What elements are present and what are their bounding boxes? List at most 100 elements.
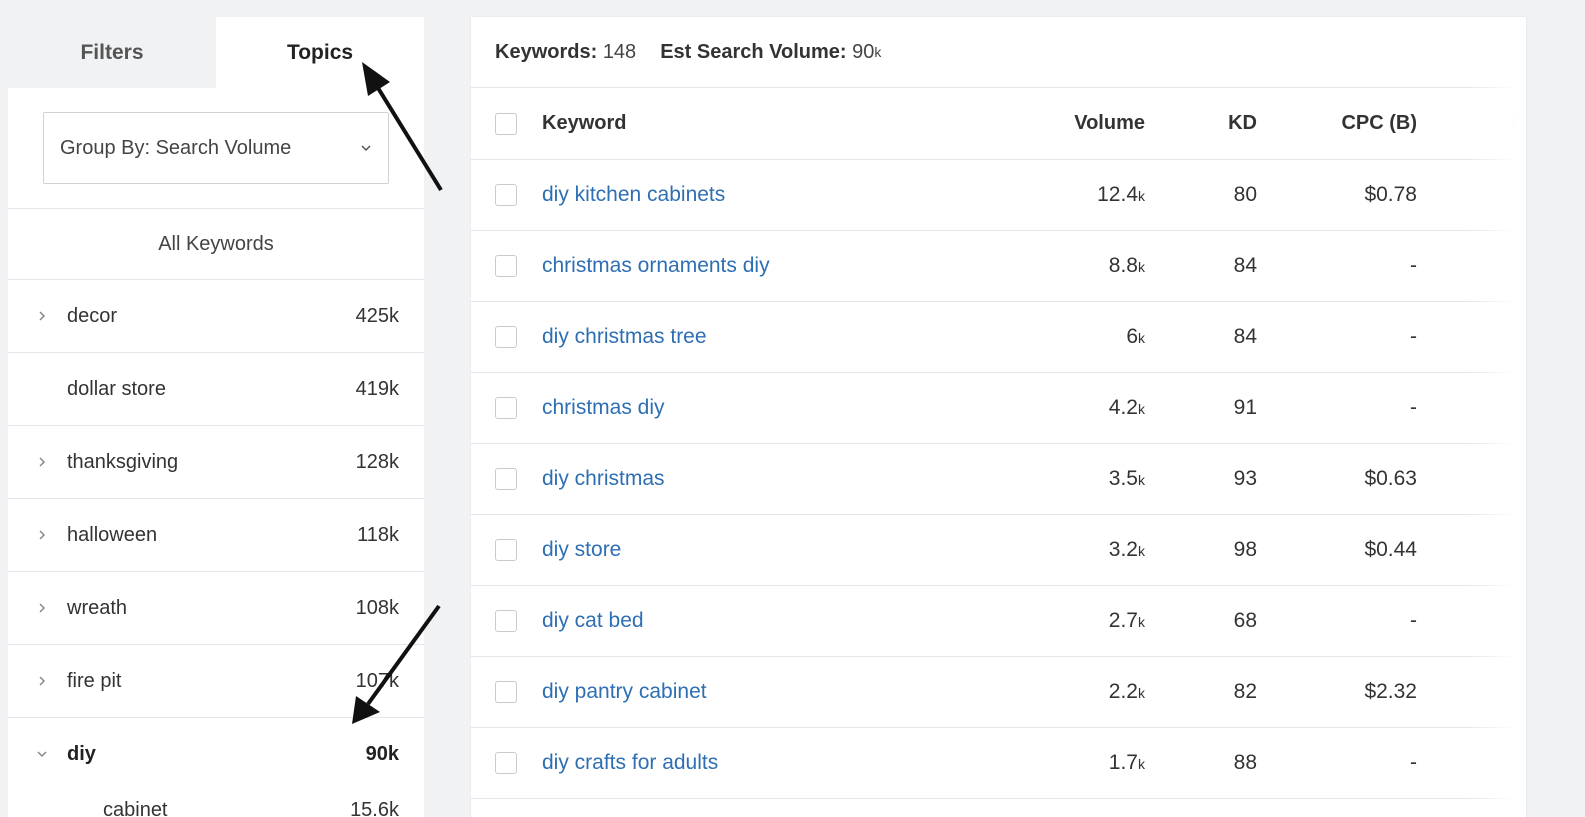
row-checkbox[interactable] — [495, 610, 517, 632]
kd-cell: 88 — [1145, 751, 1257, 775]
topics-sidebar: Filters Topics Group By: Search Volume A… — [8, 17, 424, 817]
row-checkbox[interactable] — [495, 752, 517, 774]
table-row: diy christmas3.5k93$0.63 — [471, 444, 1526, 515]
chevron-down-icon[interactable] — [36, 748, 48, 760]
keyword-link[interactable]: diy pantry cabinet — [542, 680, 707, 703]
topic-count: 90k — [366, 743, 399, 766]
volume-cell: 3.5k — [962, 467, 1145, 491]
cpc-cell: - — [1257, 325, 1417, 349]
keyword-link[interactable]: diy crafts for adults — [542, 751, 718, 774]
tab-topics[interactable]: Topics — [216, 17, 424, 88]
table-row: christmas ornaments diy8.8k84- — [471, 231, 1526, 302]
select-all-checkbox[interactable] — [495, 113, 517, 135]
chevron-right-icon[interactable] — [36, 675, 48, 687]
volume-suffix: k — [1138, 472, 1145, 488]
volume-value: 8.8 — [1109, 254, 1138, 277]
all-keywords-item[interactable]: All Keywords — [8, 209, 424, 280]
volume-suffix: k — [1138, 756, 1145, 772]
cpc-cell: - — [1257, 609, 1417, 633]
group-by-select[interactable]: Group By: Search Volume — [43, 112, 389, 184]
row-checkbox[interactable] — [495, 397, 517, 419]
subtopic-list: cabinet15.6k — [8, 790, 424, 817]
cpc-cell: - — [1257, 254, 1417, 278]
topic-count: 108k — [356, 597, 399, 620]
topic-item[interactable]: diy90k — [8, 718, 424, 790]
row-checkbox[interactable] — [495, 681, 517, 703]
topic-list: decor425kdollar store419kthanksgiving128… — [8, 280, 424, 790]
chevron-down-icon — [360, 142, 372, 154]
chevron-right-icon[interactable] — [36, 602, 48, 614]
volume-suffix: k — [1138, 401, 1145, 417]
subtopic-item[interactable]: cabinet15.6k — [8, 790, 424, 817]
keyword-link[interactable]: diy store — [542, 538, 621, 561]
keywords-table-body: diy kitchen cabinets12.4k80$0.78christma… — [471, 160, 1526, 799]
row-checkbox[interactable] — [495, 468, 517, 490]
search-volume-suffix: k — [874, 44, 881, 60]
volume-value: 2.7 — [1109, 609, 1138, 632]
topic-count: 107k — [356, 670, 399, 693]
keywords-count-label: Keywords: — [495, 41, 597, 64]
volume-value: 2.2 — [1109, 680, 1138, 703]
chevron-right-icon[interactable] — [36, 310, 48, 322]
topic-name: dollar store — [67, 378, 356, 401]
topic-item[interactable]: decor425k — [8, 280, 424, 353]
keyword-link[interactable]: diy christmas — [542, 467, 665, 490]
header-extra[interactable]: O — [1417, 112, 1526, 135]
header-keyword[interactable]: Keyword — [542, 112, 962, 135]
table-row: diy store 3.2k98$0.44 — [471, 515, 1526, 586]
volume-cell: 4.2k — [962, 396, 1145, 420]
chevron-right-icon[interactable] — [36, 456, 48, 468]
volume-cell: 3.2k — [962, 538, 1145, 562]
volume-value: 1.7 — [1109, 751, 1138, 774]
table-header: Keyword Volume KD CPC (B) O — [471, 88, 1526, 160]
kd-cell: 82 — [1145, 680, 1257, 704]
volume-cell: 12.4k — [962, 183, 1145, 207]
cpc-cell: - — [1257, 396, 1417, 420]
kd-cell: 84 — [1145, 325, 1257, 349]
kd-cell: 93 — [1145, 467, 1257, 491]
volume-suffix: k — [1138, 543, 1145, 559]
volume-suffix: k — [1138, 259, 1145, 275]
volume-cell: 2.2k — [962, 680, 1145, 704]
header-volume[interactable]: Volume — [962, 112, 1145, 135]
topic-count: 419k — [356, 378, 399, 401]
topic-item[interactable]: thanksgiving128k — [8, 426, 424, 499]
cpc-cell: $0.44 — [1257, 538, 1417, 562]
volume-cell: 1.7k — [962, 751, 1145, 775]
keyword-link[interactable]: christmas ornaments diy — [542, 254, 770, 277]
volume-value: 12.4 — [1097, 183, 1138, 206]
row-checkbox[interactable] — [495, 326, 517, 348]
search-volume-value: 90 — [852, 41, 874, 64]
topic-item[interactable]: fire pit107k — [8, 645, 424, 718]
row-checkbox[interactable] — [495, 184, 517, 206]
cpc-cell: - — [1257, 751, 1417, 775]
topic-count: 128k — [356, 451, 399, 474]
subtopic-count: 15.6k — [350, 799, 399, 817]
row-checkbox[interactable] — [495, 255, 517, 277]
table-row: diy pantry cabinet 2.2k82$2.32 — [471, 657, 1526, 728]
header-cpc[interactable]: CPC (B) — [1257, 112, 1417, 135]
group-by-container: Group By: Search Volume — [8, 88, 424, 209]
keyword-link[interactable]: christmas diy — [542, 396, 665, 419]
volume-suffix: k — [1138, 685, 1145, 701]
keyword-link[interactable]: diy christmas tree — [542, 325, 707, 348]
cpc-cell: $2.32 — [1257, 680, 1417, 704]
keyword-link[interactable]: diy cat bed — [542, 609, 644, 632]
row-checkbox[interactable] — [495, 539, 517, 561]
header-kd[interactable]: KD — [1145, 112, 1257, 135]
topic-item[interactable]: wreath108k — [8, 572, 424, 645]
kd-cell: 98 — [1145, 538, 1257, 562]
group-by-label: Group By: Search Volume — [60, 137, 291, 160]
keywords-panel: Keywords: 148 Est Search Volume: 90k Key… — [471, 17, 1526, 817]
chevron-right-icon[interactable] — [36, 529, 48, 541]
topic-name: fire pit — [67, 670, 356, 693]
cpc-cell: $0.78 — [1257, 183, 1417, 207]
kd-cell: 91 — [1145, 396, 1257, 420]
keyword-link[interactable]: diy kitchen cabinets — [542, 183, 725, 206]
tab-filters[interactable]: Filters — [8, 17, 216, 88]
topic-item[interactable]: halloween118k — [8, 499, 424, 572]
sidebar-tabs: Filters Topics — [8, 17, 424, 88]
subtopic-name: cabinet — [103, 799, 350, 817]
topic-item[interactable]: dollar store419k — [8, 353, 424, 426]
topic-name: diy — [67, 743, 366, 766]
